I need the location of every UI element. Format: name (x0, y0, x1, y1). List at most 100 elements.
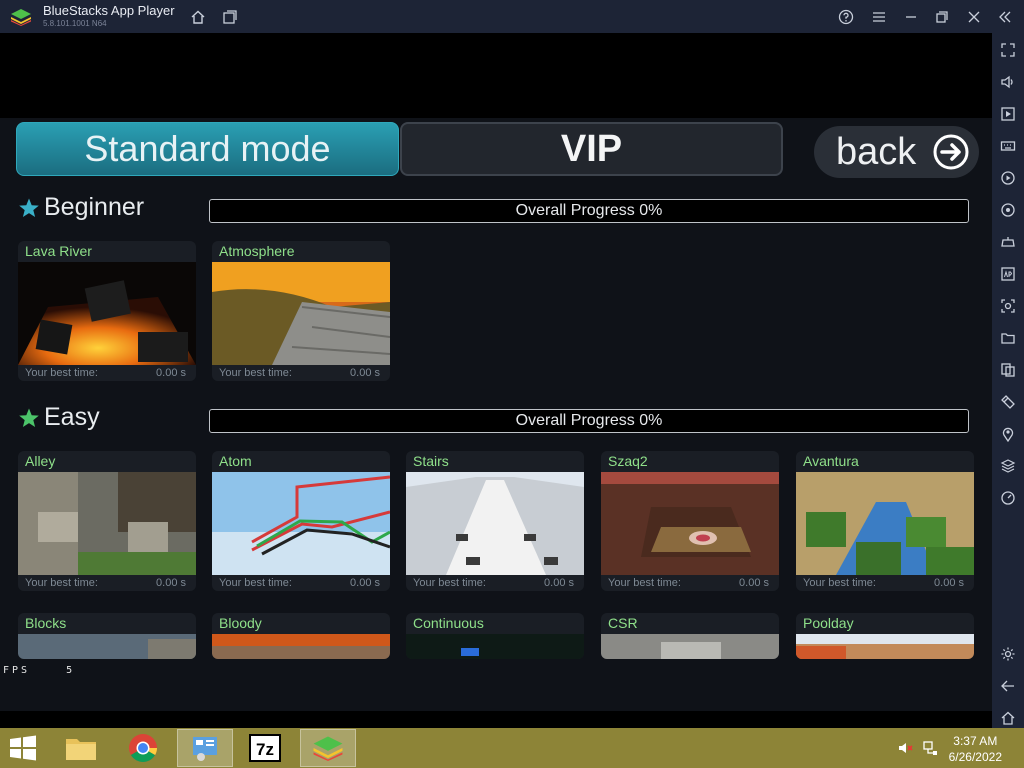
level-thumbnail (18, 472, 196, 575)
rotate-button[interactable] (997, 199, 1019, 221)
taskbar-chrome[interactable] (115, 729, 171, 767)
menu-button[interactable] (868, 6, 890, 28)
apk-icon (1001, 267, 1015, 281)
home-button[interactable] (187, 6, 209, 28)
play-square-icon (1001, 107, 1015, 121)
macro-button[interactable] (997, 167, 1019, 189)
level-card-avantura[interactable]: Avantura Your best time: 0.00 s (796, 451, 974, 591)
screenshot-button[interactable] (997, 295, 1019, 317)
layers-button[interactable] (997, 455, 1019, 477)
level-name: Szaq2 (608, 453, 648, 469)
best-time-label: Your best time: (608, 577, 681, 589)
right-toolbar (992, 33, 1024, 728)
install-apk-button[interactable] (997, 263, 1019, 285)
app-title: BlueStacks App Player (43, 3, 175, 18)
best-time-label: Your best time: (219, 577, 292, 589)
level-card-stairs[interactable]: Stairs Your best time: 0.00 s (406, 451, 584, 591)
bluestacks-icon (313, 736, 343, 761)
eco-mode-button[interactable] (997, 391, 1019, 413)
fps-label: FPS (3, 665, 31, 676)
tab-standard-mode[interactable]: Standard mode (16, 122, 399, 176)
level-thumbnail (212, 262, 390, 365)
level-card-alley[interactable]: Alley Your best time: 0.00 s (18, 451, 196, 591)
level-thumbnail (601, 472, 779, 575)
settings-button[interactable] (997, 643, 1019, 665)
bluestacks-logo (11, 9, 31, 26)
restore-button[interactable] (931, 6, 953, 28)
level-name: Atmosphere (219, 243, 295, 259)
back-label: back (836, 130, 917, 173)
tab-vip[interactable]: VIP (400, 122, 783, 176)
speaker-muted-icon[interactable] (898, 740, 914, 756)
level-thumbnail (212, 634, 390, 659)
camera-icon (1001, 299, 1015, 313)
level-name: Bloody (219, 615, 262, 631)
level-card-poolday[interactable]: Poolday (796, 613, 974, 659)
close-button[interactable] (963, 6, 985, 28)
level-name: Poolday (803, 615, 854, 631)
media-folder-button[interactable] (997, 327, 1019, 349)
game-controls-button[interactable] (997, 231, 1019, 253)
level-name: Avantura (803, 453, 859, 469)
keyboard-icon (1000, 141, 1016, 151)
rotate-icon (1001, 203, 1015, 217)
title-bar: BlueStacks App Player 5.8.101.1001 N64 (0, 0, 1024, 33)
control-panel-icon (193, 737, 217, 761)
section-beginner-header: Beginner (18, 193, 144, 222)
level-card-szaq2[interactable]: Szaq2 Your best time: 0.00 s (601, 451, 779, 591)
level-thumbnail (212, 472, 390, 575)
multi-instance-sync-button[interactable] (997, 359, 1019, 381)
collapse-sidebar-button[interactable] (994, 6, 1016, 28)
windows-start-icon[interactable] (8, 734, 38, 762)
android-home-button[interactable] (997, 707, 1019, 729)
taskbar-control-panel[interactable] (177, 729, 233, 767)
minimize-button[interactable] (900, 6, 922, 28)
close-icon (968, 11, 980, 23)
level-card-bloody[interactable]: Bloody (212, 613, 390, 659)
level-card-atom[interactable]: Atom Your best time: 0.00 s (212, 451, 390, 591)
help-button[interactable] (835, 6, 857, 28)
level-thumbnail (406, 634, 584, 659)
keyboard-controls-button[interactable] (997, 135, 1019, 157)
media-manager-button[interactable] (997, 103, 1019, 125)
section-title: Beginner (44, 193, 145, 221)
multi-window-icon (223, 10, 237, 24)
best-time-label: Your best time: (25, 367, 98, 379)
level-thumbnail (796, 634, 974, 659)
fps-counter: FPS 5 (3, 665, 75, 676)
level-card-lava-river[interactable]: Lava River Your best time: 0.00 s (18, 241, 196, 381)
level-card-blocks[interactable]: Blocks (18, 613, 196, 659)
performance-button[interactable] (997, 487, 1019, 509)
fullscreen-button[interactable] (997, 39, 1019, 61)
level-thumbnail (18, 634, 196, 659)
taskbar-bluestacks[interactable] (300, 729, 356, 767)
location-button[interactable] (997, 423, 1019, 445)
taskbar-file-explorer[interactable] (53, 729, 109, 767)
multi-instance-button[interactable] (219, 6, 241, 28)
best-time-value: 0.00 s (156, 577, 186, 589)
volume-button[interactable] (997, 71, 1019, 93)
clock-time: 3:37 AM (953, 734, 998, 748)
double-chevron-left-icon (999, 11, 1011, 23)
level-name: Alley (25, 453, 56, 469)
arrow-right-circle-icon (933, 134, 969, 170)
beginner-overall-progress: Overall Progress 0% (209, 199, 969, 223)
restore-icon (936, 11, 948, 23)
best-time-value: 0.00 s (934, 577, 964, 589)
star-icon (19, 408, 39, 427)
best-time-value: 0.00 s (350, 577, 380, 589)
level-card-continuous[interactable]: Continuous (406, 613, 584, 659)
android-back-button[interactable] (997, 675, 1019, 697)
best-time-value: 0.00 s (156, 367, 186, 379)
back-button[interactable]: back (814, 126, 979, 178)
network-icon[interactable] (922, 740, 938, 756)
level-name: Stairs (413, 453, 449, 469)
layers-icon (1000, 459, 1016, 473)
level-card-atmosphere[interactable]: Atmosphere Your best time: 0.00 s (212, 241, 390, 381)
level-card-csr[interactable]: CSR (601, 613, 779, 659)
fullscreen-icon (1001, 43, 1015, 57)
system-clock[interactable]: 3:37 AM 6/26/2022 (949, 733, 1002, 765)
star-icon (19, 198, 39, 217)
arrow-left-icon (1001, 680, 1014, 692)
taskbar-7zip[interactable]: 7z (237, 729, 293, 767)
